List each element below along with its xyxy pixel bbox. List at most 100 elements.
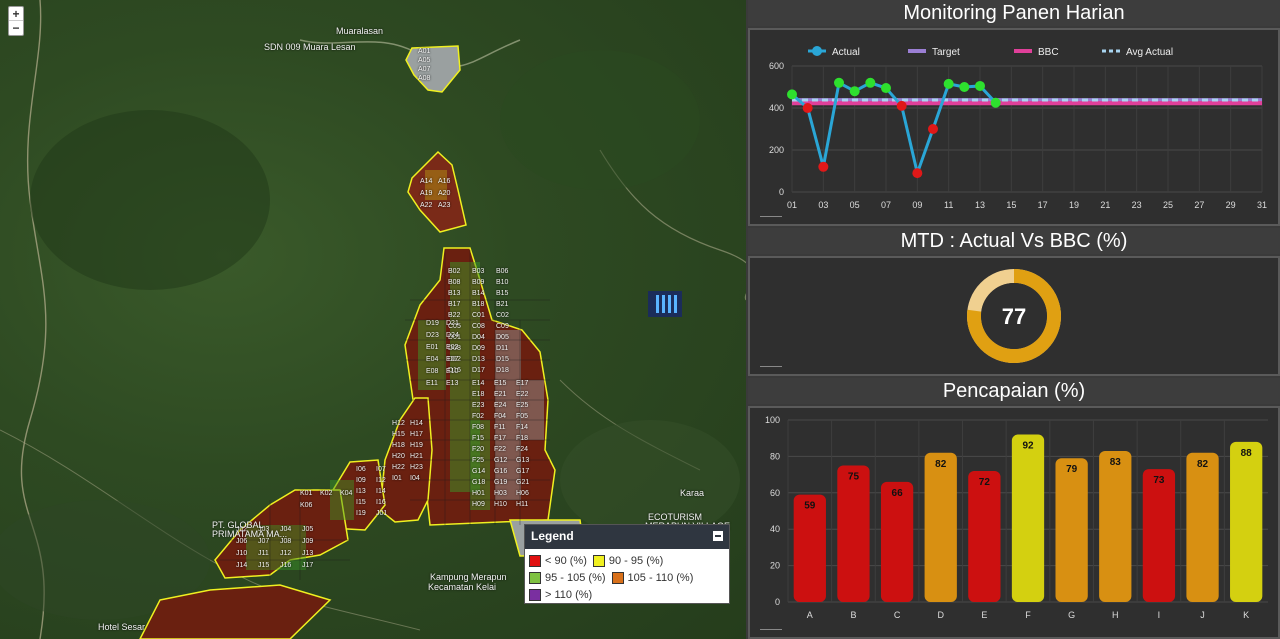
block-label[interactable]: I12 — [376, 477, 386, 484]
block-label[interactable]: I04 — [410, 475, 420, 482]
block-label[interactable]: E23 — [472, 402, 484, 409]
block-label[interactable]: E14 — [472, 380, 484, 387]
block-label[interactable]: D05 — [496, 334, 509, 341]
block-label[interactable]: C02 — [496, 312, 509, 319]
block-label[interactable]: I15 — [356, 499, 366, 506]
block-label[interactable]: G16 — [494, 468, 507, 475]
block-label[interactable]: C01 — [472, 312, 485, 319]
block-label[interactable]: E15 — [494, 380, 506, 387]
block-label[interactable]: F15 — [472, 435, 484, 442]
block-label[interactable]: H10 — [494, 501, 507, 508]
block-label[interactable]: J17 — [302, 562, 313, 569]
block-label[interactable]: E25 — [516, 402, 528, 409]
block-label[interactable]: A07 — [418, 66, 430, 73]
block-label[interactable]: J13 — [302, 550, 313, 557]
block-label[interactable]: E22 — [516, 391, 528, 398]
block-label[interactable]: F08 — [472, 424, 484, 431]
block-label[interactable]: A14 — [420, 178, 432, 185]
block-label[interactable]: D09 — [472, 345, 485, 352]
block-label[interactable]: E01 — [426, 344, 438, 351]
block-label[interactable]: G17 — [516, 468, 529, 475]
block-label[interactable]: E21 — [494, 391, 506, 398]
block-label[interactable]: J09 — [302, 538, 313, 545]
block-label[interactable]: B21 — [496, 301, 508, 308]
block-label[interactable]: B15 — [496, 290, 508, 297]
block-label[interactable]: K04 — [340, 490, 352, 497]
zoom-in-button[interactable]: + — [9, 7, 23, 21]
block-label[interactable]: G21 — [516, 479, 529, 486]
block-label[interactable]: H01 — [472, 490, 485, 497]
marker-icon[interactable] — [648, 291, 682, 317]
block-label[interactable]: J15 — [258, 562, 269, 569]
block-label[interactable]: J01 — [376, 510, 387, 517]
block-label[interactable]: H06 — [516, 490, 529, 497]
block-label[interactable]: B22 — [448, 312, 460, 319]
block-label[interactable]: D24 — [446, 332, 459, 339]
block-label[interactable]: A23 — [438, 202, 450, 209]
block-label[interactable]: G14 — [472, 468, 485, 475]
block-label[interactable]: H12 — [392, 420, 405, 427]
block-label[interactable]: B08 — [448, 279, 460, 286]
block-label[interactable]: B18 — [472, 301, 484, 308]
block-label[interactable]: H15 — [392, 431, 405, 438]
block-label[interactable]: I14 — [376, 488, 386, 495]
block-label[interactable]: G12 — [494, 457, 507, 464]
block-label[interactable]: E07 — [446, 356, 458, 363]
block-label[interactable]: F04 — [494, 413, 506, 420]
block-label[interactable]: D18 — [496, 367, 509, 374]
block-label[interactable]: I09 — [356, 477, 366, 484]
block-label[interactable]: E18 — [472, 391, 484, 398]
block-label[interactable]: A05 — [418, 57, 430, 64]
block-label[interactable]: E04 — [426, 356, 438, 363]
block-label[interactable]: I16 — [376, 499, 386, 506]
block-label[interactable]: J14 — [236, 562, 247, 569]
block-label[interactable]: C09 — [496, 323, 509, 330]
block-label[interactable]: E13 — [446, 380, 458, 387]
block-label[interactable]: B03 — [472, 268, 484, 275]
block-label[interactable]: D19 — [426, 320, 439, 327]
minimize-icon[interactable] — [713, 531, 723, 541]
block-label[interactable]: H14 — [410, 420, 423, 427]
block-label[interactable]: F14 — [516, 424, 528, 431]
block-label[interactable]: J08 — [280, 538, 291, 545]
block-label[interactable]: H22 — [392, 464, 405, 471]
block-label[interactable]: C08 — [472, 323, 485, 330]
block-label[interactable]: K06 — [300, 502, 312, 509]
block-label[interactable]: A08 — [418, 75, 430, 82]
block-label[interactable]: I06 — [356, 466, 366, 473]
block-label[interactable]: D23 — [426, 332, 439, 339]
block-label[interactable]: B17 — [448, 301, 460, 308]
block-label[interactable]: A22 — [420, 202, 432, 209]
block-label[interactable]: B06 — [496, 268, 508, 275]
block-label[interactable]: B13 — [448, 290, 460, 297]
block-label[interactable]: E08 — [426, 368, 438, 375]
block-label[interactable]: J10 — [236, 550, 247, 557]
block-label[interactable]: F20 — [472, 446, 484, 453]
block-label[interactable]: B02 — [448, 268, 460, 275]
block-label[interactable]: J07 — [258, 538, 269, 545]
block-label[interactable]: G19 — [494, 479, 507, 486]
block-label[interactable]: F05 — [516, 413, 528, 420]
block-label[interactable]: I07 — [376, 466, 386, 473]
block-label[interactable]: J12 — [280, 550, 291, 557]
block-label[interactable]: J16 — [280, 562, 291, 569]
block-label[interactable]: D13 — [472, 356, 485, 363]
block-label[interactable]: I13 — [356, 488, 366, 495]
block-label[interactable]: H23 — [410, 464, 423, 471]
block-label[interactable]: A20 — [438, 190, 450, 197]
block-label[interactable]: F18 — [516, 435, 528, 442]
block-label[interactable]: E11 — [426, 380, 438, 387]
block-label[interactable]: D15 — [496, 356, 509, 363]
block-label[interactable]: A19 — [420, 190, 432, 197]
block-label[interactable]: F25 — [472, 457, 484, 464]
block-label[interactable]: G18 — [472, 479, 485, 486]
block-label[interactable]: D04 — [472, 334, 485, 341]
block-label[interactable]: K02 — [320, 490, 332, 497]
block-label[interactable]: F24 — [516, 446, 528, 453]
block-label[interactable]: A16 — [438, 178, 450, 185]
block-label[interactable]: E02 — [446, 344, 458, 351]
block-label[interactable]: B10 — [496, 279, 508, 286]
block-label[interactable]: F22 — [494, 446, 506, 453]
block-label[interactable]: H18 — [392, 442, 405, 449]
block-label[interactable]: F17 — [494, 435, 506, 442]
